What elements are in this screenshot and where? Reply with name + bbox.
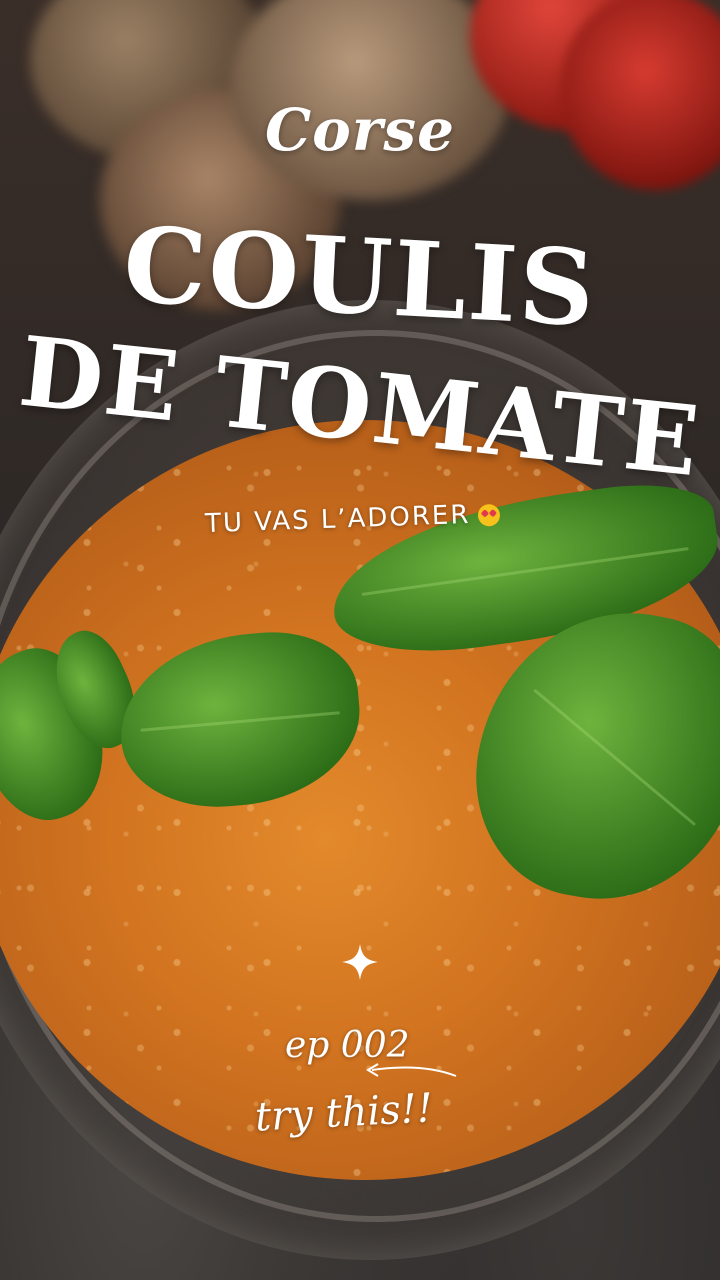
- arrow-icon: [366, 1063, 457, 1077]
- call-to-action: try this!!: [253, 1085, 434, 1141]
- story-canvas: Corse COULIS DE TOMATE TU VAS L’ADORER e…: [0, 0, 720, 1280]
- sparkle-icon: [342, 944, 378, 980]
- script-title: Corse: [265, 96, 455, 164]
- heart-eyes-emoji-icon: [477, 503, 501, 527]
